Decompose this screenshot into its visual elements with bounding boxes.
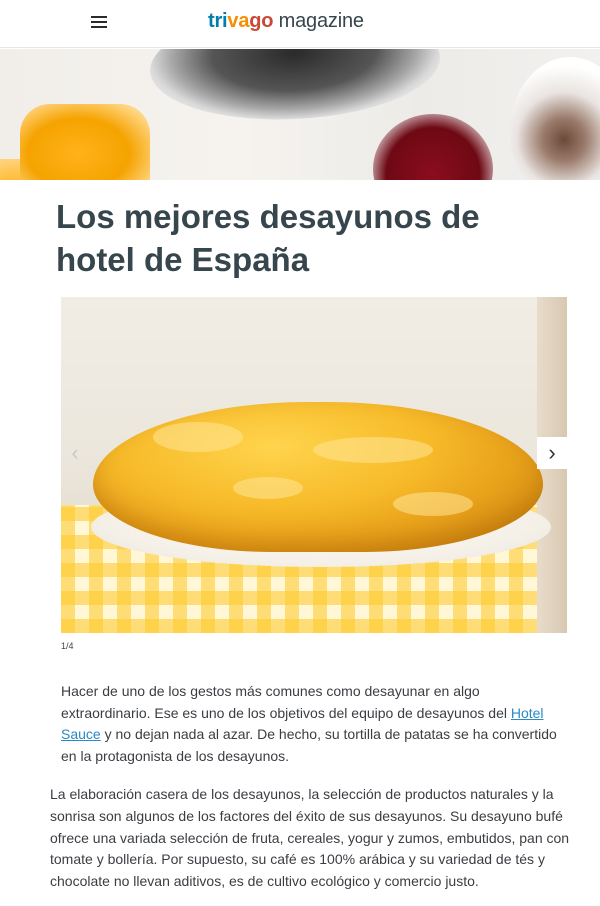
trivago-magazine-logo[interactable]: trivago magazine xyxy=(208,10,364,33)
intro-paragraph: Hacer de uno de los gestos más comunes c… xyxy=(61,681,561,767)
body-paragraph: La elaboración casera de los desayunos, … xyxy=(50,786,570,890)
article-title: Los mejores desayunos de hotel de España xyxy=(56,198,480,278)
gallery-tortilla-image xyxy=(93,402,543,552)
intro-text-after: y no dejan nada al azar. De hecho, su to… xyxy=(61,726,557,764)
logo-part-2: va xyxy=(227,10,250,32)
hero-juice-glass xyxy=(20,104,150,180)
gallery-counter: 1/4 xyxy=(61,641,74,651)
hero-berry-juice xyxy=(373,114,493,180)
hero-coffee-cup xyxy=(510,57,600,180)
hamburger-icon[interactable] xyxy=(90,14,110,34)
logo-part-1: tri xyxy=(208,10,228,32)
logo-magazine: magazine xyxy=(278,10,364,32)
chevron-right-icon[interactable]: › xyxy=(537,437,567,469)
hero-pan xyxy=(147,49,443,127)
chevron-left-icon[interactable]: ‹ xyxy=(61,437,89,469)
logo-part-3: go xyxy=(249,10,274,32)
hero-image xyxy=(0,49,600,180)
image-gallery[interactable] xyxy=(61,297,567,633)
intro-text-before: Hacer de uno de los gestos más comunes c… xyxy=(61,683,511,721)
top-header: trivago magazine xyxy=(0,0,600,48)
